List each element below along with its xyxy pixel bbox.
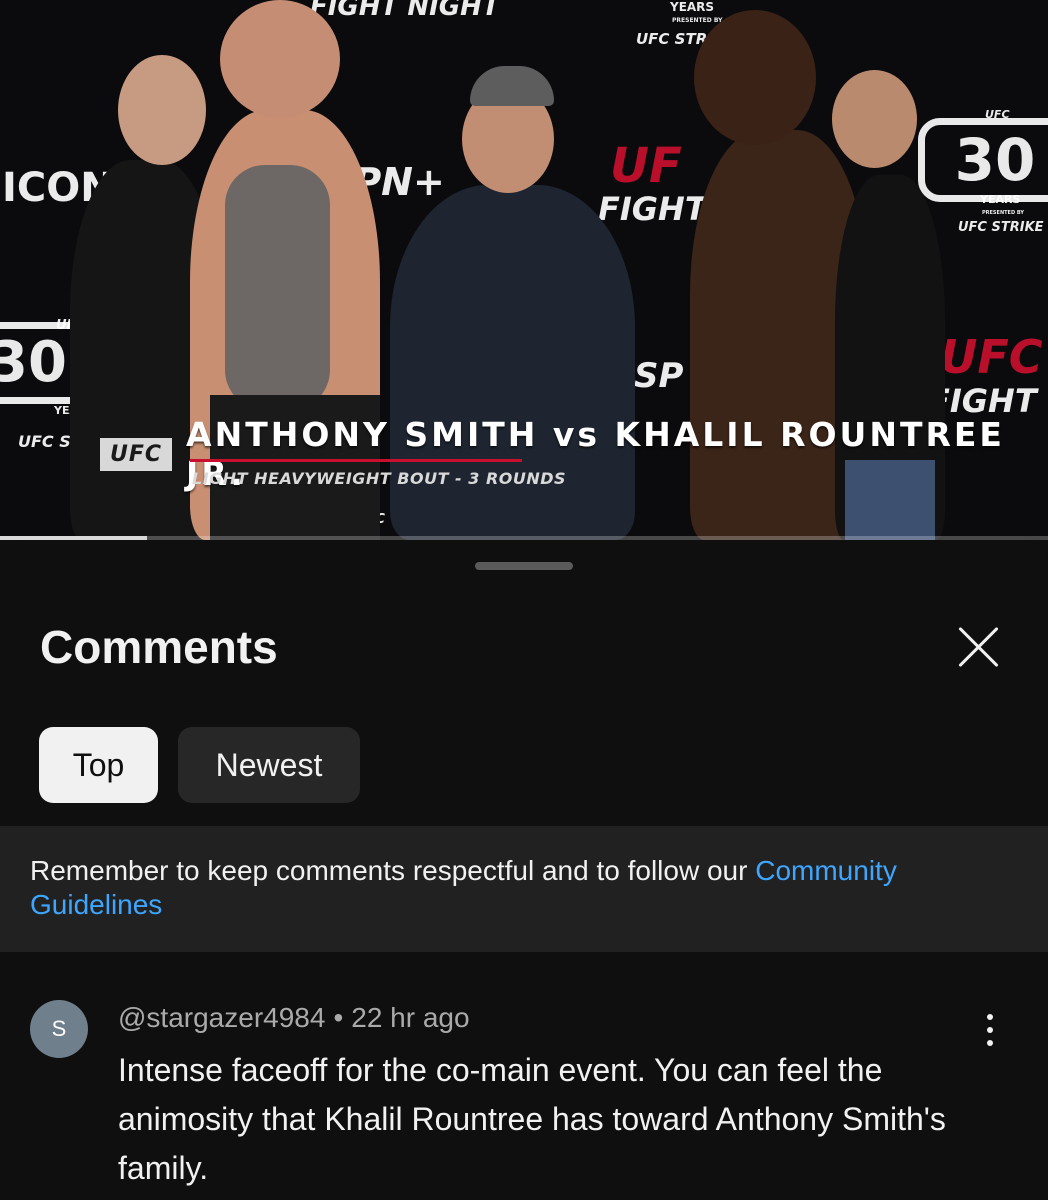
fight-caption-subtitle: LIGHT HEAVYWEIGHT BOUT - 3 ROUNDS <box>192 469 567 488</box>
comment-item: S @stargazer4984 • 22 hr ago Intense faceo… <box>0 990 1048 1200</box>
avatar-letter: S <box>51 1016 67 1041</box>
ufc-badge: UFC <box>100 437 173 471</box>
backdrop-ufc-red: UF <box>610 138 682 194</box>
backdrop-ufc-strike-right: UFC STRIKE <box>958 220 1044 235</box>
comments-sheet: Comments Top Newest Remember to keep com… <box>0 540 1048 1200</box>
close-icon[interactable] <box>950 618 1008 676</box>
backdrop-years: YEARS <box>670 0 715 14</box>
backdrop-ufc-ring-right: UFC <box>985 108 1010 121</box>
fighter-right-head <box>694 10 816 145</box>
assistant-woman-head <box>118 55 206 165</box>
backdrop-ufc-red-right: UFC <box>940 330 1043 384</box>
backdrop-ufc-strike: UFC STR <box>636 30 708 48</box>
ring-number-left: 30 <box>0 330 67 395</box>
community-notice: Remember to keep comments respectful and… <box>0 826 1048 952</box>
comment-author[interactable]: @stargazer4984 <box>118 1002 325 1033</box>
backdrop-fight: FIGHT <box>598 190 707 228</box>
comment-meta: @stargazer4984 • 22 hr ago <box>118 1002 470 1034</box>
app-screen: FIGHT NIGHT YEARS PRESENTED BY UFC STR I… <box>0 0 1048 1200</box>
backdrop-30-ring-right: 30 <box>918 118 1048 202</box>
sheet-drag-handle[interactable] <box>475 562 573 570</box>
official-man-cap <box>470 66 554 106</box>
comment-text: Intense faceoff for the co-main event. Y… <box>118 1052 946 1186</box>
avatar[interactable]: S <box>30 1000 88 1058</box>
more-vertical-icon[interactable] <box>978 1014 1002 1046</box>
backdrop-fight-night: FIGHT NIGHT <box>310 0 500 22</box>
ring-number-right: 30 <box>954 126 1036 194</box>
sort-tab-top[interactable]: Top <box>39 727 158 803</box>
backdrop-ufc-strike-left: UFC S <box>18 432 71 451</box>
video-player[interactable]: FIGHT NIGHT YEARS PRESENTED BY UFC STR I… <box>0 0 1048 540</box>
meta-separator: • <box>333 1002 344 1033</box>
fighter-left-tattoo <box>225 165 330 410</box>
fighter-left-head <box>220 0 340 118</box>
community-notice-text: Remember to keep comments respectful and… <box>30 855 756 886</box>
backdrop-espn-small: SP <box>634 356 684 396</box>
sort-tab-newest[interactable]: Newest <box>178 727 360 803</box>
caption-underline <box>190 459 522 462</box>
comment-time: 22 hr ago <box>351 1002 470 1033</box>
backdrop-presented-by-right: PRESENTED BY <box>982 210 1025 216</box>
assistant-man-right-head <box>832 70 917 168</box>
comments-title: Comments <box>40 621 278 673</box>
backdrop-presented-by: PRESENTED BY <box>672 17 723 24</box>
backdrop-years-right: YEARS <box>980 193 1021 206</box>
